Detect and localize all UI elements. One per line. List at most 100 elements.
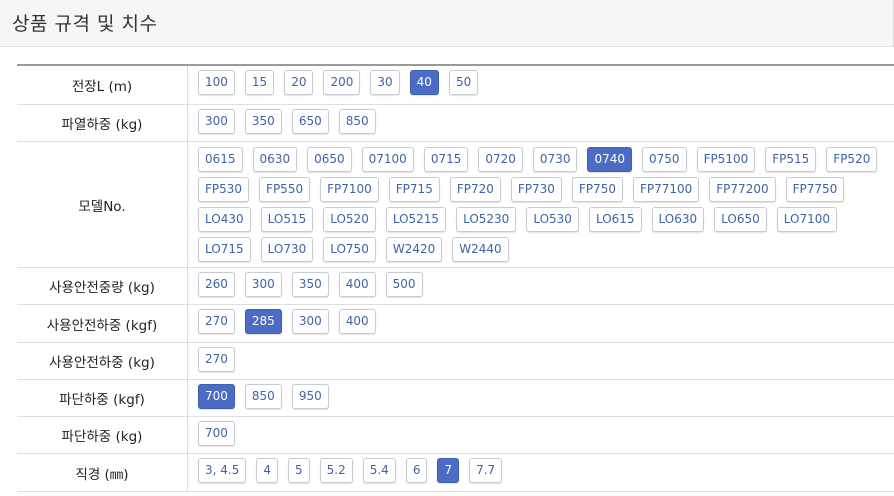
spec-option-button[interactable]: 700 bbox=[198, 421, 235, 446]
spec-option-button[interactable]: 30 bbox=[370, 70, 400, 95]
spec-row: 파열하중 (kg) 300 350 650 850 bbox=[17, 105, 894, 142]
spec-option-button[interactable]: 260 bbox=[198, 272, 235, 297]
spec-row: 모델No. 0615 0630 0650 07100 0715 0720 0730 0740 07… bbox=[17, 142, 894, 268]
spec-option-button[interactable]: 200 bbox=[323, 70, 361, 95]
spec-option-button[interactable]: LO615 bbox=[588, 207, 642, 232]
spec-option-group: 700 850 950 bbox=[188, 380, 894, 416]
spec-option-button[interactable]: 0650 bbox=[307, 147, 352, 172]
spec-option-button[interactable]: LO5230 bbox=[456, 207, 517, 232]
spec-option-group: 0615 0630 0650 07100 0715 0720 0730 0740 0750 FP5… bbox=[188, 142, 894, 267]
spec-option-button[interactable]: LO520 bbox=[323, 207, 376, 232]
spec-option-button[interactable]: FP750 bbox=[571, 177, 623, 202]
spec-option-button[interactable]: LO530 bbox=[526, 207, 579, 232]
spec-option-button[interactable]: FP77100 bbox=[632, 177, 700, 202]
spec-option-button[interactable]: FP530 bbox=[198, 177, 250, 202]
spec-option-button[interactable]: FP550 bbox=[259, 177, 311, 202]
spec-option-button[interactable]: 5.2 bbox=[319, 458, 353, 483]
spec-option-button[interactable]: 07100 bbox=[361, 147, 414, 172]
spec-option-group: 100 15 20 200 30 40 50 bbox=[188, 66, 894, 104]
spec-option-button[interactable]: 850 bbox=[244, 384, 282, 409]
spec-option-button[interactable]: 300 bbox=[244, 272, 282, 297]
spec-row-label: 사용안전하중 (kgf) bbox=[17, 305, 188, 342]
spec-row-label: 전장L (m) bbox=[17, 66, 188, 104]
spec-option-button[interactable]: 20 bbox=[284, 70, 314, 95]
spec-option-button[interactable]: 7 bbox=[437, 458, 460, 483]
spec-option-button[interactable]: FP5100 bbox=[696, 147, 756, 172]
spec-row-label: 사용안전하중 (kg) bbox=[17, 343, 188, 379]
spec-row-label: 파단하중 (kgf) bbox=[17, 380, 188, 416]
spec-option-button[interactable]: 650 bbox=[291, 109, 329, 134]
spec-option-button[interactable]: 0730 bbox=[532, 147, 578, 172]
spec-option-button[interactable]: W2440 bbox=[452, 237, 509, 262]
spec-option-button[interactable]: 500 bbox=[385, 272, 423, 297]
spec-option-button[interactable]: FP7100 bbox=[320, 177, 379, 202]
spec-option-group: 700 bbox=[188, 417, 894, 453]
spec-option-button[interactable]: 7.7 bbox=[469, 458, 503, 483]
spec-option-button[interactable]: LO630 bbox=[651, 207, 705, 232]
spec-option-button[interactable]: 100 bbox=[198, 70, 235, 95]
spec-row-label: 파단하중 (kg) bbox=[17, 417, 188, 453]
spec-option-button[interactable]: FP7750 bbox=[785, 177, 845, 202]
spec-option-button[interactable]: LO730 bbox=[260, 237, 314, 262]
spec-option-button[interactable]: 0630 bbox=[252, 147, 298, 172]
spec-option-button[interactable]: FP720 bbox=[449, 177, 501, 202]
spec-option-group: 270 285 300 400 bbox=[188, 305, 894, 342]
spec-row: 파단하중 (kgf) 700 850 950 bbox=[17, 380, 894, 417]
spec-row: 사용안전중량 (kg) 260 300 350 400 500 bbox=[17, 268, 894, 305]
spec-option-button[interactable]: 400 bbox=[338, 272, 376, 297]
spec-row: 사용안전하중 (kgf) 270 285 300 400 bbox=[17, 305, 894, 343]
spec-option-button[interactable]: LO750 bbox=[323, 237, 376, 262]
spec-row: 사용안전하중 (kg) 270 bbox=[17, 343, 894, 380]
spec-option-button[interactable]: 700 bbox=[198, 384, 235, 409]
spec-option-button[interactable]: 6 bbox=[405, 458, 428, 483]
spec-option-button[interactable]: FP520 bbox=[826, 147, 878, 172]
spec-option-button[interactable]: 300 bbox=[198, 109, 235, 134]
spec-option-group: 260 300 350 400 500 bbox=[188, 268, 894, 304]
spec-row: 직경 (㎜) 3, 4.5 4 5 5.2 5.4 6 7 7.7 bbox=[17, 454, 894, 492]
spec-option-button[interactable]: LO7100 bbox=[776, 207, 838, 232]
spec-table: 전장L (m) 100 15 20 200 30 40 50 파열하중 (kg) 300 350 65… bbox=[17, 64, 894, 492]
spec-option-button[interactable]: FP515 bbox=[765, 147, 817, 172]
spec-option-button[interactable]: 3, 4.5 bbox=[198, 458, 247, 483]
spec-option-button[interactable]: LO5215 bbox=[385, 207, 447, 232]
spec-option-button[interactable]: 850 bbox=[338, 109, 376, 134]
spec-row: 전장L (m) 100 15 20 200 30 40 50 bbox=[17, 66, 894, 105]
spec-option-button[interactable]: 0720 bbox=[478, 147, 523, 172]
spec-option-button[interactable]: 400 bbox=[338, 309, 376, 334]
spec-option-button[interactable]: LO430 bbox=[198, 207, 251, 232]
spec-row-label: 직경 (㎜) bbox=[17, 454, 188, 491]
spec-option-button[interactable]: LO515 bbox=[260, 207, 314, 232]
spec-option-button[interactable]: 0750 bbox=[642, 147, 687, 172]
spec-row: 파단하중 (kg) 700 bbox=[17, 417, 894, 454]
spec-option-group: 300 350 650 850 bbox=[188, 105, 894, 141]
spec-option-button[interactable]: FP77200 bbox=[709, 177, 776, 202]
section-header: 상품 규격 및 치수 bbox=[0, 0, 894, 47]
spec-row-label: 모델No. bbox=[17, 142, 188, 267]
spec-option-button[interactable]: FP715 bbox=[388, 177, 440, 202]
section-title: 상품 규격 및 치수 bbox=[12, 13, 158, 35]
spec-option-button[interactable]: LO715 bbox=[198, 237, 251, 262]
spec-option-button[interactable]: W2420 bbox=[385, 237, 443, 262]
spec-option-button[interactable]: FP730 bbox=[510, 177, 562, 202]
spec-option-button[interactable]: 50 bbox=[448, 70, 479, 95]
spec-option-button[interactable]: 350 bbox=[244, 109, 282, 134]
spec-option-button[interactable]: 300 bbox=[291, 309, 329, 334]
spec-row-label: 사용안전중량 (kg) bbox=[17, 268, 188, 304]
spec-option-button[interactable]: 4 bbox=[256, 458, 278, 483]
spec-option-group: 270 bbox=[188, 343, 894, 379]
spec-option-button[interactable]: 350 bbox=[291, 272, 329, 297]
spec-option-button[interactable]: 270 bbox=[198, 309, 235, 334]
spec-option-button[interactable]: 5.4 bbox=[362, 458, 396, 483]
spec-option-button[interactable]: 40 bbox=[409, 70, 439, 95]
spec-option-button[interactable]: 950 bbox=[291, 384, 329, 409]
spec-row-label: 파열하중 (kg) bbox=[17, 105, 188, 141]
spec-option-group: 3, 4.5 4 5 5.2 5.4 6 7 7.7 bbox=[188, 454, 894, 491]
spec-option-button[interactable]: 270 bbox=[198, 347, 235, 372]
spec-option-button[interactable]: 0715 bbox=[423, 147, 469, 172]
spec-option-button[interactable]: 15 bbox=[244, 70, 275, 95]
spec-option-button[interactable]: 5 bbox=[288, 458, 310, 483]
spec-option-button[interactable]: 0615 bbox=[198, 147, 243, 172]
spec-option-button[interactable]: LO650 bbox=[714, 207, 767, 232]
spec-option-button[interactable]: 0740 bbox=[587, 147, 633, 172]
spec-option-button[interactable]: 285 bbox=[244, 309, 282, 334]
